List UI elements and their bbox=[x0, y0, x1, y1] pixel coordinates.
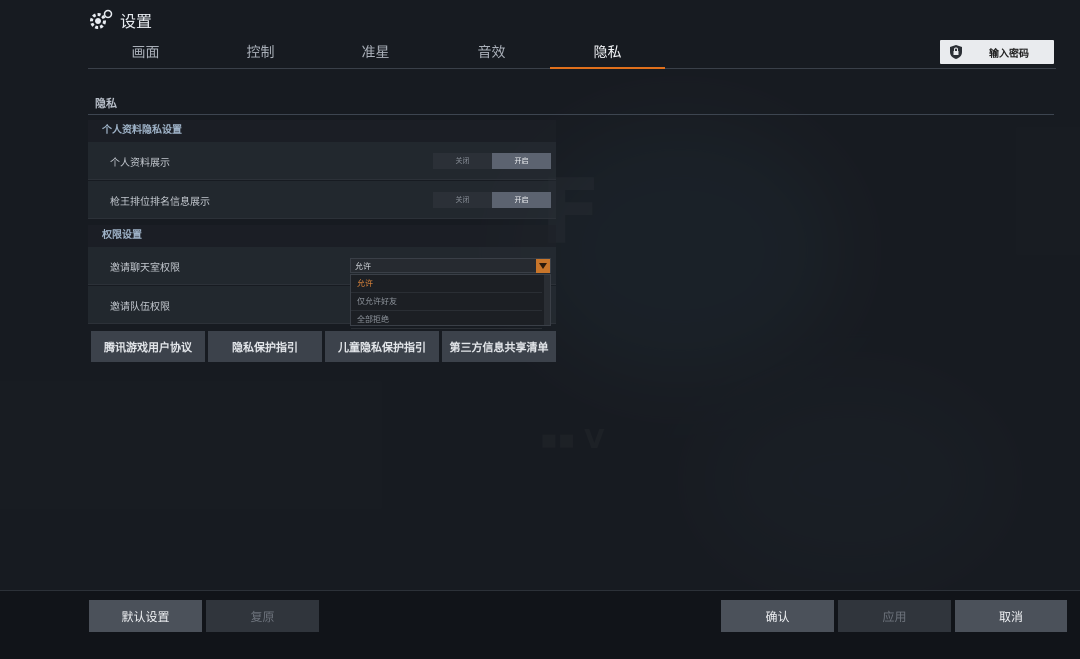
third-party-sharing-button[interactable]: 第三方信息共享清单 bbox=[442, 331, 556, 362]
rank-display-toggle: 关闭 开启 bbox=[433, 192, 551, 208]
chatroom-invite-label: 邀请聊天室权限 bbox=[110, 263, 180, 274]
profile-privacy-header: 个人资料隐私设置 bbox=[88, 120, 556, 142]
enter-password-button[interactable]: 输入密码 bbox=[940, 40, 1054, 64]
option-allow[interactable]: 允许 bbox=[351, 275, 542, 293]
option-friends-only[interactable]: 仅允许好友 bbox=[351, 293, 542, 311]
title-bar: 设置 bbox=[88, 6, 152, 34]
profile-display-label: 个人资料展示 bbox=[110, 158, 170, 169]
enter-password-label: 输入密码 bbox=[989, 48, 1029, 60]
profile-display-row: 个人资料展示 关闭 开启 bbox=[88, 142, 556, 180]
option-reject-all[interactable]: 全部拒绝 bbox=[351, 311, 542, 329]
tab-display[interactable]: 画面 bbox=[88, 38, 203, 68]
section-title: 隐私 bbox=[95, 97, 117, 110]
gear-icon bbox=[88, 7, 114, 33]
profile-display-off[interactable]: 关闭 bbox=[433, 153, 492, 169]
chatroom-invite-select[interactable]: 允许 bbox=[350, 258, 551, 273]
profile-display-on[interactable]: 开启 bbox=[492, 153, 551, 169]
child-privacy-guide-button[interactable]: 儿童隐私保护指引 bbox=[325, 331, 439, 362]
chatroom-invite-value: 允许 bbox=[355, 262, 371, 271]
page-title: 设置 bbox=[120, 12, 153, 31]
rank-display-on[interactable]: 开启 bbox=[492, 192, 551, 208]
tab-audio[interactable]: 音效 bbox=[434, 38, 549, 68]
apply-button[interactable]: 应用 bbox=[838, 600, 951, 632]
settings-tabs: 画面 控制 准星 音效 隐私 bbox=[88, 38, 1056, 69]
privacy-guide-button[interactable]: 隐私保护指引 bbox=[208, 331, 322, 362]
restore-button[interactable]: 复原 bbox=[206, 600, 319, 632]
team-invite-label: 邀请队伍权限 bbox=[110, 302, 170, 313]
user-agreement-button[interactable]: 腾讯游戏用户协议 bbox=[91, 331, 205, 362]
cancel-button[interactable]: 取消 bbox=[955, 600, 1067, 632]
chevron-down-icon[interactable] bbox=[536, 259, 550, 273]
default-settings-button[interactable]: 默认设置 bbox=[89, 600, 202, 632]
chatroom-invite-dropdown: 允许 仅允许好友 全部拒绝 bbox=[350, 274, 551, 329]
background-scene: F ▪▪ V bbox=[0, 0, 1080, 658]
dropdown-scrollbar[interactable] bbox=[544, 275, 550, 325]
tab-privacy[interactable]: 隐私 bbox=[550, 38, 665, 69]
tab-control[interactable]: 控制 bbox=[203, 38, 318, 68]
profile-display-toggle: 关闭 开启 bbox=[433, 153, 551, 169]
rank-display-off[interactable]: 关闭 bbox=[433, 192, 492, 208]
tab-crosshair[interactable]: 准星 bbox=[318, 38, 433, 68]
rank-display-row: 枪王排位排名信息展示 关闭 开启 bbox=[88, 181, 556, 219]
permission-header: 权限设置 bbox=[88, 225, 556, 247]
confirm-button[interactable]: 确认 bbox=[721, 600, 834, 632]
rank-display-label: 枪王排位排名信息展示 bbox=[110, 197, 210, 208]
lock-icon bbox=[948, 44, 964, 60]
section-divider bbox=[88, 114, 1054, 115]
